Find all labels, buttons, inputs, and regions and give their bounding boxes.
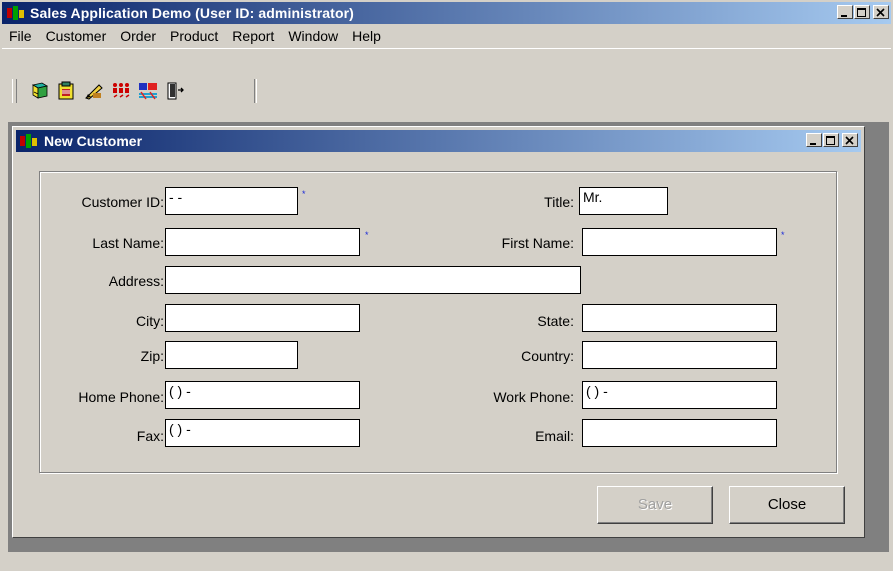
first-name-label: First Name:: [501, 235, 574, 251]
close-window-button[interactable]: [873, 5, 889, 19]
last-name-label: Last Name:: [92, 235, 164, 251]
maximize-icon: [826, 136, 835, 145]
people-icon[interactable]: [111, 81, 131, 101]
child-window-title: New Customer: [44, 133, 143, 149]
child-minimize-button[interactable]: [806, 133, 822, 147]
maximize-icon: [857, 8, 866, 17]
maximize-button[interactable]: [854, 5, 870, 19]
fax-label: Fax:: [136, 428, 164, 444]
zip-label: Zip:: [140, 348, 164, 364]
exit-door-icon[interactable]: [165, 81, 185, 101]
application-window: Sales Application Demo (User ID: adminis…: [0, 0, 893, 571]
toolbar-separator: [254, 79, 257, 103]
address-field[interactable]: [165, 266, 581, 294]
menu-order[interactable]: Order: [113, 24, 163, 44]
home-phone-field[interactable]: ( ) -: [165, 381, 360, 409]
zip-field[interactable]: [165, 341, 298, 369]
last-name-field[interactable]: [165, 228, 360, 256]
menu-window[interactable]: Window: [281, 24, 345, 44]
home-phone-label: Home Phone:: [78, 389, 164, 405]
title-field[interactable]: Mr.: [579, 187, 668, 215]
city-field[interactable]: [165, 304, 360, 332]
window-logo-icon: [20, 134, 37, 148]
menu-product[interactable]: Product: [163, 24, 225, 44]
email-label: Email:: [535, 428, 574, 444]
new-customer-window: New Customer Customer ID: - - * Title: M…: [12, 126, 865, 538]
first-name-field[interactable]: [582, 228, 777, 256]
required-marker: *: [781, 230, 785, 240]
email-field[interactable]: [582, 419, 777, 447]
required-marker: *: [365, 230, 369, 240]
status-area: [0, 552, 893, 571]
work-phone-label: Work Phone:: [493, 389, 574, 405]
country-field[interactable]: [582, 341, 777, 369]
app-title-bar[interactable]: Sales Application Demo (User ID: adminis…: [2, 2, 891, 24]
fax-field[interactable]: ( ) -: [165, 419, 360, 447]
state-label: State:: [537, 313, 574, 329]
app-title: Sales Application Demo (User ID: adminis…: [30, 5, 354, 21]
menu-customer[interactable]: Customer: [39, 24, 114, 44]
toolbar: [2, 48, 891, 117]
close-icon: [876, 8, 885, 17]
toolbar-tools: [30, 81, 185, 101]
pencil-icon[interactable]: [84, 81, 104, 101]
menu-report[interactable]: Report: [225, 24, 281, 44]
menu-help[interactable]: Help: [345, 24, 388, 44]
child-close-button[interactable]: [842, 133, 858, 147]
save-button[interactable]: Save: [597, 486, 713, 524]
city-label: City:: [136, 313, 164, 329]
minimize-button[interactable]: [837, 5, 853, 19]
menu-file[interactable]: File: [2, 24, 39, 44]
country-label: Country:: [521, 348, 574, 364]
address-label: Address:: [108, 273, 164, 289]
chart-icon[interactable]: [138, 81, 158, 101]
title-label: Title:: [544, 194, 574, 210]
books-icon[interactable]: [30, 81, 50, 101]
work-phone-field[interactable]: ( ) -: [582, 381, 777, 409]
menu-bar: File Customer Order Product Report Window Help: [2, 24, 891, 48]
minimize-icon: [810, 143, 816, 145]
required-marker: *: [302, 189, 306, 199]
state-field[interactable]: [582, 304, 777, 332]
document-icon[interactable]: [57, 81, 77, 101]
close-icon: [845, 136, 854, 145]
customer-id-label: Customer ID:: [81, 194, 164, 210]
toolbar-grip[interactable]: [12, 79, 17, 103]
child-window-controls: [805, 133, 858, 149]
app-window-controls: [836, 5, 889, 21]
child-maximize-button[interactable]: [823, 133, 839, 147]
close-button[interactable]: Close: [729, 486, 845, 524]
customer-id-field[interactable]: - -: [165, 187, 298, 215]
child-title-bar[interactable]: New Customer: [16, 130, 861, 152]
app-logo-icon: [7, 6, 24, 20]
minimize-icon: [841, 15, 847, 17]
